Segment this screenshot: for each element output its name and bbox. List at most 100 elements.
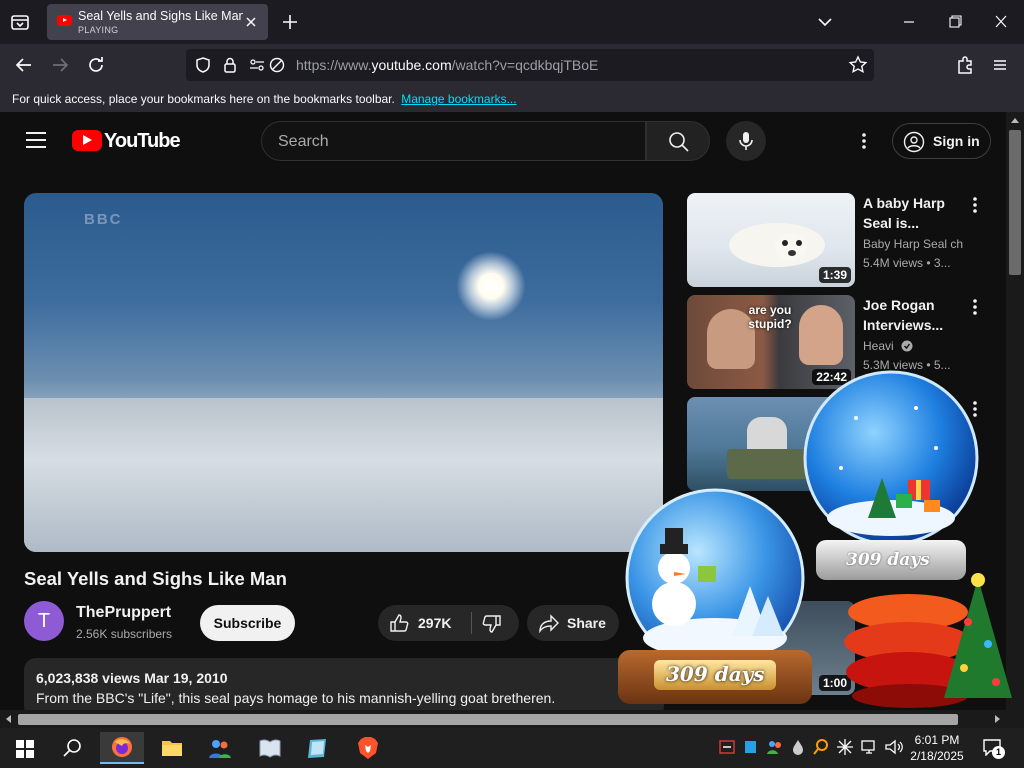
taskbar-search-icon [63, 739, 81, 757]
thumbs-up-icon[interactable] [388, 612, 410, 639]
recommendation-title[interactable]: A baby Harp Seal is... [863, 193, 963, 233]
bookmark-star-icon[interactable] [848, 55, 868, 80]
forward-arrow-icon[interactable] [48, 53, 72, 77]
tab-close-icon[interactable] [242, 13, 260, 31]
taskbar-app-reader[interactable] [248, 732, 292, 764]
navigation-toolbar: https://www.youtube.com/watch?v=qcdkbqjT… [0, 44, 1024, 86]
list-all-tabs-icon[interactable] [814, 12, 836, 32]
recommendation-channel[interactable]: Heavi [863, 339, 963, 353]
subscriber-count: 2.56K subscribers [76, 627, 173, 641]
folder-icon [162, 741, 182, 756]
network-icon[interactable] [860, 738, 880, 756]
tray-people-icon[interactable] [766, 738, 784, 756]
horizontal-scrollbar[interactable] [0, 710, 1024, 728]
like-divider [471, 612, 472, 634]
recommendation-item[interactable]: 1:39 A baby Harp Seal is... Baby Harp Se… [687, 193, 992, 287]
taskbar-brave[interactable] [346, 732, 390, 764]
recommendation-channel[interactable]: Baby Harp Seal ch [863, 237, 963, 251]
video-frame-snowfield [24, 398, 663, 552]
taskbar-app-people[interactable] [198, 732, 242, 764]
video-duration: 1:39 [818, 267, 851, 283]
minimize-icon[interactable] [898, 12, 920, 32]
guide-menu-icon[interactable] [26, 132, 46, 148]
microphone-icon [739, 132, 753, 150]
url-text[interactable]: https://www.youtube.com/watch?v=qcdkbqjT… [296, 57, 598, 73]
scroll-up-arrow-icon[interactable] [1010, 116, 1020, 124]
extensions-icon[interactable] [953, 53, 977, 77]
description-text: From the BBC's "Life", this seal pays ho… [36, 690, 556, 706]
new-tab-icon[interactable] [280, 12, 300, 32]
clock-date: 2/18/2025 [910, 749, 964, 763]
recommendation-channel-name[interactable]: Heavi [863, 339, 894, 353]
channel-avatar[interactable]: T [24, 601, 64, 641]
taskbar-clock[interactable]: 6:01 PM 2/18/2025 [908, 732, 966, 764]
close-window-icon[interactable] [990, 12, 1012, 32]
notification-badge: 1 [992, 746, 1005, 759]
scroll-right-arrow-icon[interactable] [994, 714, 1002, 724]
start-button[interactable] [2, 732, 46, 764]
recommendation-thumbnail[interactable]: 1:39 [687, 193, 855, 287]
thumbs-down-icon[interactable] [481, 613, 503, 640]
manage-bookmarks-link[interactable]: Manage bookmarks... [401, 92, 516, 106]
taskbar-file-explorer[interactable] [150, 732, 194, 764]
tray-security-icon[interactable] [718, 738, 736, 756]
tray-blue-square-icon[interactable] [742, 738, 758, 756]
site-permissions-icon[interactable] [248, 56, 266, 79]
snow-globe-widget-right[interactable]: 309 days [796, 368, 986, 580]
sign-in-label: Sign in [933, 133, 980, 149]
share-button[interactable]: Share [527, 605, 619, 641]
tray-droplet-icon[interactable] [790, 738, 806, 756]
sign-in-button[interactable]: Sign in [892, 123, 991, 159]
youtube-logo-text[interactable]: YouTube [104, 130, 181, 153]
back-arrow-icon[interactable] [12, 53, 36, 77]
snow-globe-widget-left[interactable]: 309 days [612, 484, 818, 706]
windows-logo-icon [16, 740, 34, 758]
bookmarks-toolbar: For quick access, place your bookmarks h… [0, 86, 1024, 112]
horizontal-scroll-thumb[interactable] [18, 714, 958, 725]
youtube-favicon-icon [57, 15, 72, 26]
volume-icon[interactable] [884, 738, 904, 756]
like-count[interactable]: 297K [418, 615, 451, 631]
subscribe-button[interactable]: Subscribe [200, 605, 295, 641]
vertical-scroll-thumb[interactable] [1009, 130, 1021, 275]
restore-icon[interactable] [944, 12, 966, 32]
taskbar-firefox[interactable] [100, 732, 144, 764]
tray-snowflake-icon[interactable] [836, 738, 854, 756]
taskbar-app-notes[interactable] [296, 732, 340, 764]
tracking-protection-shield-icon[interactable] [194, 56, 212, 79]
recommendation-more-icon[interactable] [967, 195, 983, 215]
tab-list-icon[interactable] [8, 10, 32, 34]
autoplay-blocked-icon[interactable] [268, 56, 286, 79]
search-icon [669, 132, 689, 152]
address-bar[interactable]: https://www.youtube.com/watch?v=qcdkbqjT… [186, 49, 874, 81]
youtube-logo-icon[interactable] [72, 130, 102, 151]
reload-icon[interactable] [84, 53, 108, 77]
action-center-button[interactable]: 1 [978, 734, 1008, 762]
snow-globe-left-icon [625, 488, 805, 668]
people-icon [209, 740, 231, 758]
clock-time: 6:01 PM [914, 733, 960, 747]
lock-icon[interactable] [222, 56, 238, 79]
search-button[interactable] [646, 121, 710, 161]
channel-name[interactable]: ThePruppert [76, 604, 171, 622]
snow-globe-right-days: 309 days [846, 550, 930, 570]
settings-more-icon[interactable] [854, 129, 874, 153]
recommendation-title[interactable]: Joe Rogan Interviews... [863, 295, 963, 335]
app-menu-icon[interactable] [988, 53, 1012, 77]
verified-badge-icon [901, 340, 913, 352]
recommendation-more-icon[interactable] [967, 297, 983, 317]
thumbnail-person-right [799, 305, 843, 365]
scroll-left-arrow-icon[interactable] [4, 714, 12, 724]
taskbar-search-button[interactable] [50, 732, 94, 764]
harp-seal-pup-icon [729, 223, 825, 267]
tray-search-orange-icon[interactable] [812, 738, 830, 756]
voice-search-button[interactable] [726, 121, 766, 161]
description-box[interactable]: 6,023,838 views Mar 19, 2010 From the BB… [24, 658, 664, 710]
browser-tab-active[interactable]: Seal Yells and Sighs Like Man - YouTube … [47, 4, 268, 40]
search-input[interactable]: Search [261, 121, 646, 161]
tab-playing-status: PLAYING [78, 25, 119, 35]
video-player[interactable]: BBC [24, 193, 663, 552]
views-and-date: 6,023,838 views Mar 19, 2010 [36, 670, 228, 686]
bookmarks-hint-text: For quick access, place your bookmarks h… [12, 92, 395, 106]
christmas-tree-widget[interactable] [838, 572, 1018, 710]
